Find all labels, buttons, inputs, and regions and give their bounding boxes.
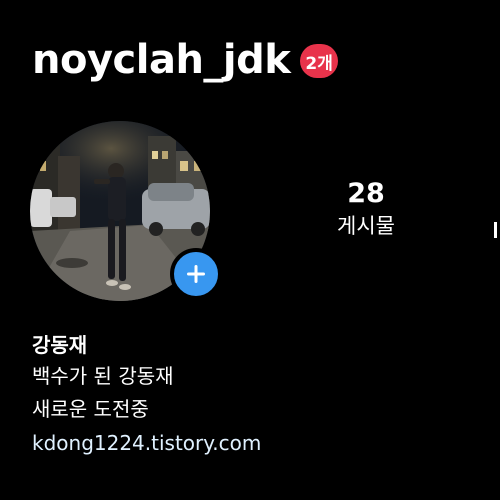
username-title[interactable]: noyclah_jdk bbox=[32, 36, 291, 84]
display-name: 강동재 bbox=[32, 333, 88, 357]
avatar-container bbox=[30, 121, 222, 301]
followers-stat-clipped[interactable] bbox=[494, 218, 500, 242]
add-story-button[interactable] bbox=[170, 248, 222, 300]
bio-line: 새로운 도전중 bbox=[32, 397, 149, 421]
profile-header: noyclah_jdk 2개 bbox=[32, 36, 338, 84]
profile-bio: 강동재 백수가 된 강동재 새로운 도전중 kdong1224.tistory.… bbox=[32, 330, 261, 460]
bio-line: 백수가 된 강동재 bbox=[32, 364, 174, 388]
posts-count: 28 bbox=[347, 178, 385, 209]
plus-icon bbox=[187, 265, 205, 283]
posts-label: 게시물 bbox=[337, 214, 395, 238]
posts-stat[interactable]: 28 게시물 bbox=[326, 176, 406, 240]
notification-badge[interactable]: 2개 bbox=[300, 44, 338, 78]
profile-screen: noyclah_jdk 2개 28 게시물 강동재 백수가 된 강동재 새로운 … bbox=[0, 0, 500, 500]
website-link[interactable]: kdong1224.tistory.com bbox=[32, 426, 261, 460]
